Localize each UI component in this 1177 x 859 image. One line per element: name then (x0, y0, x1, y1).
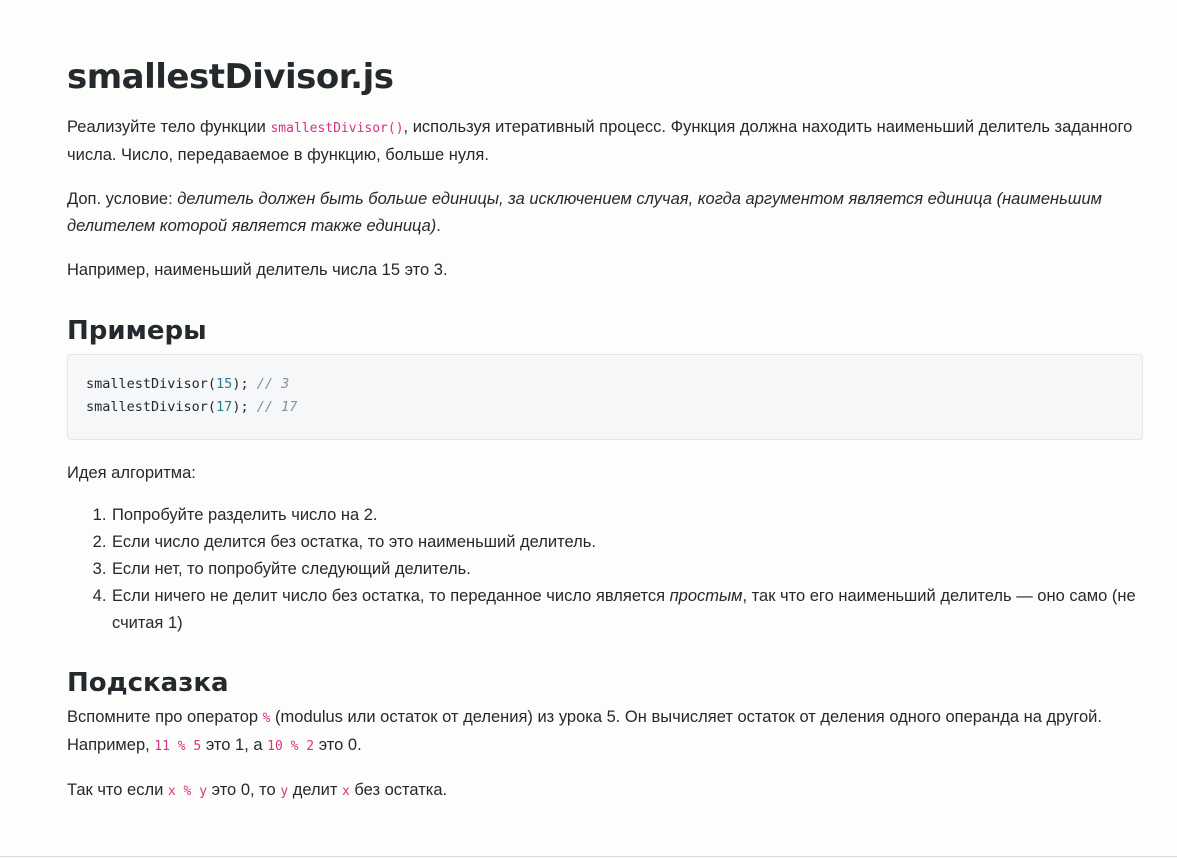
hint-paragraph: Вспомните про оператор % (modulus или ос… (67, 704, 1143, 760)
inline-code-variable: x (341, 784, 350, 799)
code-punct: ); (232, 376, 249, 392)
task-description: smallestDivisor.js Реализуйте тело функц… (67, 46, 1143, 805)
idea-label: Идея алгоритма: (67, 464, 196, 482)
code-line: smallestDivisor(15); // 3 (86, 373, 1124, 396)
page-title: smallestDivisor.js (67, 57, 394, 97)
code-comment: // 3 (256, 376, 290, 392)
hint-text: без остатка. (349, 781, 448, 799)
hint-paragraph-2: Так что если x % y это 0, то y делит x б… (67, 777, 1143, 805)
bottom-divider (0, 856, 1177, 857)
code-fn: smallestDivisor( (86, 376, 217, 392)
inline-code-expression: x % y (167, 784, 208, 799)
code-punct: ); (232, 399, 249, 415)
examples-heading: Примеры (67, 316, 207, 346)
code-number: 15 (216, 376, 233, 392)
inline-code-function: smallestDivisor() (270, 121, 404, 136)
inline-code-variable: y (280, 784, 289, 799)
inline-code-example: 11 % 5 (154, 739, 202, 754)
code-fn: smallestDivisor( (86, 399, 217, 415)
code-line: smallestDivisor(17); // 17 (86, 396, 1124, 419)
list-item: Попробуйте разделить число на 2. (111, 502, 1143, 529)
list-item: Если число делится без остатка, то это н… (111, 529, 1143, 556)
list-item: Если нет, то попробуйте следующий делите… (111, 556, 1143, 583)
code-example-block: smallestDivisor(15); // 3 smallestDiviso… (67, 354, 1143, 440)
condition-label: Доп. условие: (67, 190, 178, 208)
hint-heading: Подсказка (67, 668, 229, 698)
code-number: 17 (216, 399, 233, 415)
hint-text: Вспомните про оператор (67, 708, 263, 726)
algorithm-steps: Попробуйте разделить число на 2. Если чи… (67, 502, 1143, 637)
hint-text: делит (288, 781, 342, 799)
code-comment: // 17 (256, 399, 298, 415)
intro-text: Реализуйте тело функции (67, 118, 271, 136)
step-text: Если ничего не делит число без остатка, … (112, 587, 670, 605)
condition-paragraph: Доп. условие: делитель должен быть больш… (67, 186, 1143, 240)
intro-paragraph: Реализуйте тело функции smallestDivisor(… (67, 114, 1143, 169)
hint-text: это 0. (314, 736, 362, 754)
list-item: Если ничего не делит число без остатка, … (111, 583, 1143, 637)
hint-text: Так что если (67, 781, 168, 799)
condition-italic: делитель должен быть больше единицы, за … (67, 190, 1102, 235)
step-italic: простым (669, 587, 743, 605)
hint-text: это 1, а (201, 736, 268, 754)
example-paragraph: Например, наименьший делитель числа 15 э… (67, 261, 448, 279)
inline-code-example: 10 % 2 (267, 739, 315, 754)
hint-text: это 0, то (207, 781, 281, 799)
condition-end: . (436, 217, 441, 235)
